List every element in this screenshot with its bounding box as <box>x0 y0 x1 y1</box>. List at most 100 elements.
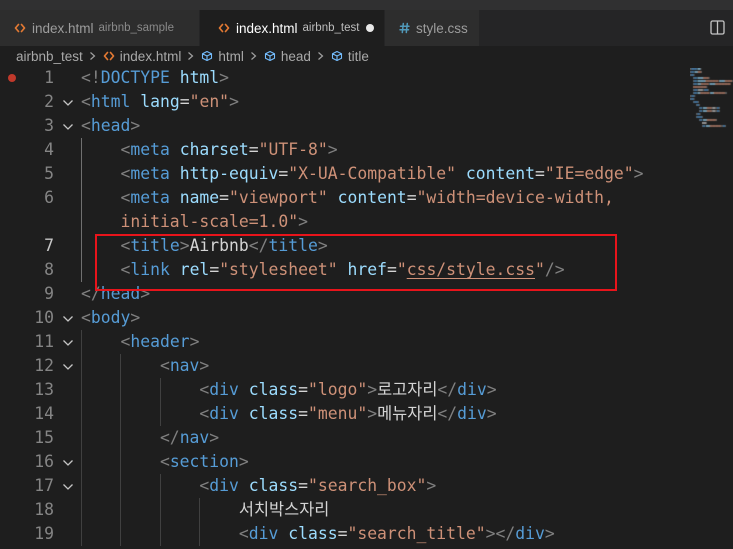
code-line[interactable]: 8 <link rel="stylesheet" href="css/style.… <box>0 258 733 282</box>
code-line[interactable]: 6 <meta name="viewport" content="width=de… <box>0 186 733 210</box>
code-line[interactable]: 15 </nav> <box>0 426 733 450</box>
code-tag-name: DOCTYPE <box>100 68 170 87</box>
line-number[interactable]: 17 <box>0 474 54 498</box>
fold-chevron-icon[interactable] <box>62 123 74 131</box>
code-punctuation: /> <box>544 260 565 279</box>
breadcrumb-symbol-title[interactable]: title <box>331 49 369 64</box>
breadcrumb-label: html <box>218 48 244 64</box>
line-number[interactable]: 14 <box>0 402 54 426</box>
code-line[interactable]: 13 <div class="logo">로고자리</div> <box>0 378 733 402</box>
line-number[interactable]: 8 <box>0 258 54 282</box>
line-number[interactable]: 7 <box>0 234 54 258</box>
code-punctuation: < <box>81 116 91 135</box>
indent-guide <box>81 354 82 378</box>
code-punctuation: > <box>486 404 497 423</box>
code-editor[interactable]: 1 <!DOCTYPE html> 2 <html lang="en"> 3 <head>… <box>0 66 733 549</box>
line-number[interactable]: 19 <box>0 522 54 546</box>
fold-chevron-icon[interactable] <box>62 339 74 347</box>
line-number[interactable]: 12 <box>0 354 54 378</box>
fold-chevron-icon[interactable] <box>62 315 74 323</box>
code-punctuation: > <box>140 284 151 303</box>
code-tag-name: header <box>130 332 190 351</box>
code-punctuation: < <box>199 380 210 399</box>
code-line[interactable]: initial-scale=1.0"> <box>0 210 733 234</box>
code-line-content: </head> <box>81 282 150 306</box>
code-attribute-name: class <box>238 404 299 423</box>
code-attribute-value: initial-scale=1.0" <box>120 212 299 231</box>
split-editor-button[interactable] <box>709 19 726 36</box>
line-number[interactable]: 6 <box>0 186 54 210</box>
code-attribute-value: "UTF-8" <box>258 140 328 159</box>
code-attribute-value: "search_box" <box>307 476 427 495</box>
indent-guide <box>120 354 122 378</box>
indent-guide <box>199 522 201 546</box>
tab-index-html-airbnb-sample[interactable]: index.html airbnb_sample <box>0 10 200 46</box>
code-line[interactable]: 4 <meta charset="UTF-8"> <box>0 138 733 162</box>
code-tag-name: div <box>248 524 279 543</box>
breadcrumb-file[interactable]: index.html <box>103 49 181 64</box>
line-number[interactable]: 4 <box>0 138 54 162</box>
code-line[interactable]: 18 서치박스자리 <box>0 498 733 522</box>
code-attribute-value: "en" <box>189 92 230 111</box>
indent-guide <box>120 522 122 546</box>
unsaved-changes-dot-icon[interactable] <box>366 24 374 32</box>
breadcrumb-symbol-html[interactable]: html <box>201 49 244 64</box>
code-punctuation: < <box>120 332 131 351</box>
code-line[interactable]: 3 <head> <box>0 114 733 138</box>
line-number[interactable]: 18 <box>0 498 54 522</box>
line-number[interactable]: 15 <box>0 426 54 450</box>
code-line[interactable]: 17 <div class="search_box"> <box>0 474 733 498</box>
chevron-right-icon <box>188 52 194 60</box>
fold-chevron-icon[interactable] <box>62 483 74 491</box>
code-punctuation: < <box>199 404 210 423</box>
code-tag-name: div <box>209 380 239 399</box>
code-attribute-value: "logo" <box>307 380 368 399</box>
indent-guide <box>81 162 82 186</box>
line-number[interactable]: 16 <box>0 450 54 474</box>
line-number[interactable]: 13 <box>0 378 54 402</box>
code-tag-name: div <box>457 404 487 423</box>
tab-label: style.css <box>416 20 468 36</box>
code-line-content: <html lang="en"> <box>81 90 239 114</box>
code-text-content: 로고자리 <box>377 380 438 399</box>
code-link[interactable]: css/style.css <box>407 260 535 279</box>
fold-chevron-icon[interactable] <box>62 459 74 467</box>
code-line[interactable]: 19 <div class="search_title"></div> <box>0 522 733 546</box>
code-line[interactable]: 1 <!DOCTYPE html> <box>0 66 733 90</box>
code-tag-name: div <box>457 380 487 399</box>
indent-guide <box>120 474 122 498</box>
line-number[interactable]: 11 <box>0 330 54 354</box>
fold-chevron-icon[interactable] <box>62 99 74 107</box>
code-line[interactable]: 16 <section> <box>0 450 733 474</box>
chevron-right-icon <box>89 52 96 60</box>
line-number[interactable]: 10 <box>0 306 54 330</box>
code-line[interactable]: 2 <html lang="en"> <box>0 90 733 114</box>
tab-style-css[interactable]: style.css <box>385 10 480 46</box>
line-number[interactable]: 2 <box>0 90 54 114</box>
fold-chevron-icon[interactable] <box>62 363 74 371</box>
line-number[interactable]: 9 <box>0 282 54 306</box>
code-attribute-value: "search_title" <box>347 524 486 543</box>
code-operator: = <box>248 140 259 159</box>
breadcrumb-folder[interactable]: airbnb_test <box>16 49 83 64</box>
code-line[interactable]: 5 <meta http-equiv="X-UA-Compatible" cont… <box>0 162 733 186</box>
code-line[interactable]: 10 <body> <box>0 306 733 330</box>
indent-guide <box>81 426 82 450</box>
code-attribute-name: class <box>238 476 299 495</box>
line-number[interactable]: 5 <box>0 162 54 186</box>
breakpoint-dot-icon[interactable] <box>8 74 16 82</box>
code-line[interactable]: 14 <div class="menu">메뉴자리</div> <box>0 402 733 426</box>
tab-index-html-airbnb-test[interactable]: index.html airbnb_test <box>200 10 385 46</box>
code-line[interactable]: 11 <header> <box>0 330 733 354</box>
breadcrumb-symbol-head[interactable]: head <box>264 49 311 64</box>
code-attribute-value: "stylesheet" <box>219 260 338 279</box>
code-line[interactable]: 12 <nav> <box>0 354 733 378</box>
code-line-content: <title>Airbnb</title> <box>120 234 327 258</box>
minimap[interactable] <box>690 68 733 128</box>
code-line-content: initial-scale=1.0"> <box>120 210 308 234</box>
code-line[interactable]: 9 </head> <box>0 282 733 306</box>
code-tag-name: meta <box>130 140 170 159</box>
code-line[interactable]: 7 <title>Airbnb</title> <box>0 234 733 258</box>
tab-description: airbnb_test <box>302 22 360 34</box>
line-number[interactable]: 3 <box>0 114 54 138</box>
